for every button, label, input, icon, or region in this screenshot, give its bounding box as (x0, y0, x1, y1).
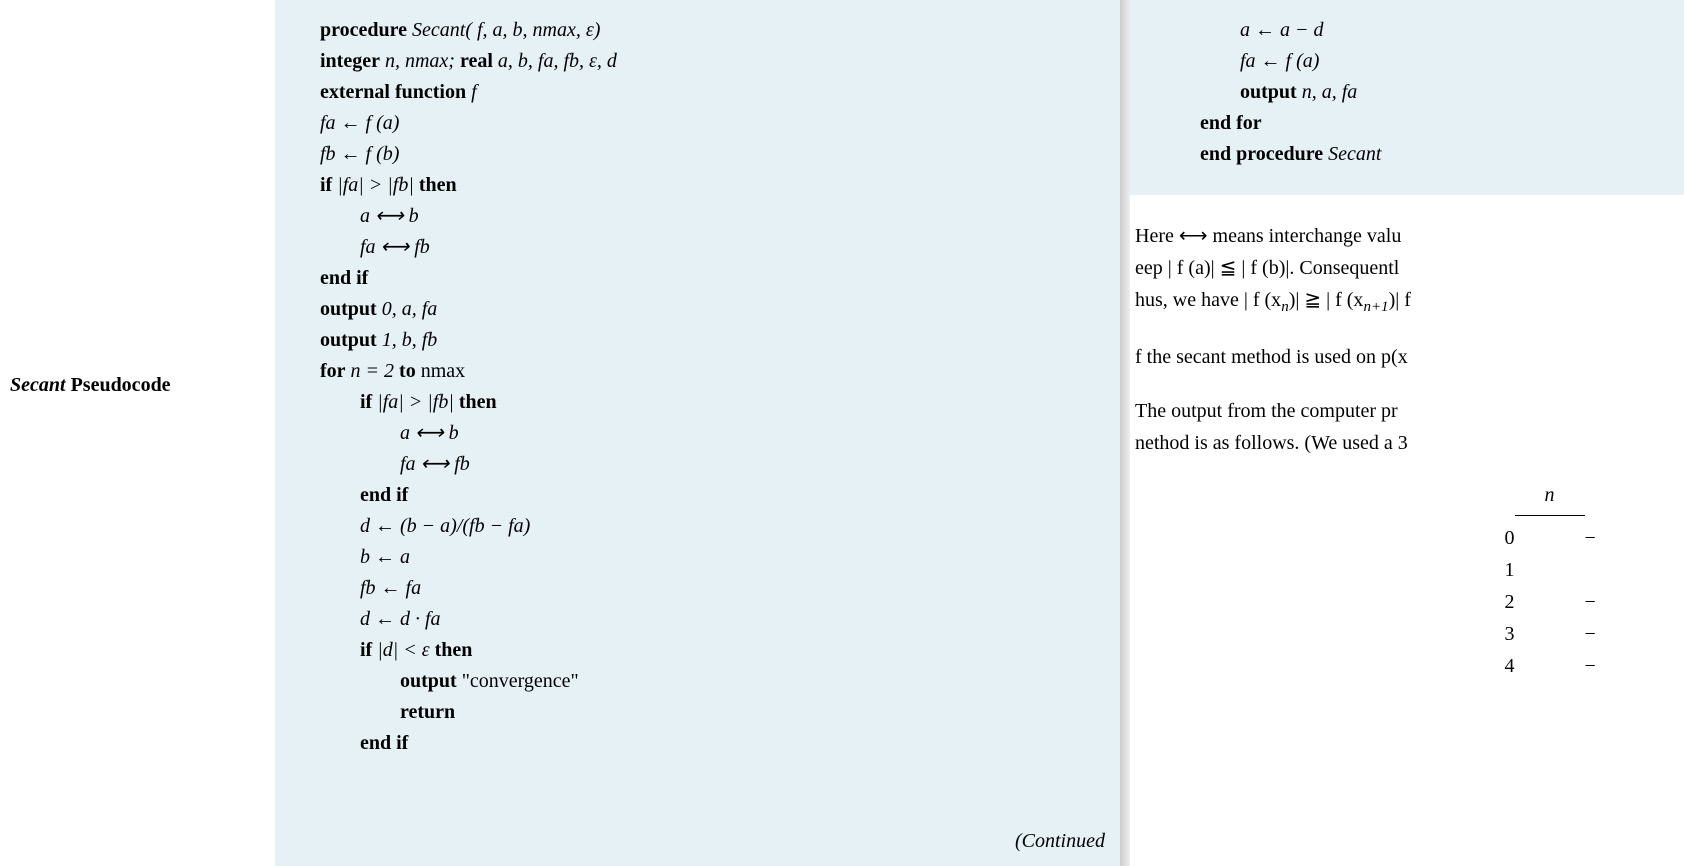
label-italic: Secant (10, 374, 66, 396)
code-line: a ⟷ b (320, 201, 1080, 232)
text-line: hus, we have | f (xn)| ≧ | f (xn+1)| f (1135, 284, 1684, 319)
text-line: The output from the computer pr (1135, 395, 1684, 427)
code-line: fa ← f (a) (320, 108, 1080, 139)
table-cell-n: 1 (1495, 554, 1525, 586)
code-line: if |fa| > |fb| then (320, 387, 1080, 418)
table-cell-v: − (1585, 650, 1605, 682)
code-line: fa ⟷ fb (320, 449, 1080, 480)
page-gutter (1120, 0, 1130, 866)
code-line: end for (1160, 108, 1684, 139)
text-line: Here ⟷ means interchange valu (1135, 220, 1684, 252)
table-cell-n: 3 (1495, 618, 1525, 650)
table-header: n (1415, 479, 1684, 515)
code-line: output 0, a, fa (320, 294, 1080, 325)
table-cell-n: 2 (1495, 586, 1525, 618)
text-line: nethod is as follows. (We used a 3 (1135, 427, 1684, 459)
table-cell-n: 0 (1495, 522, 1525, 554)
right-code-block: a ← a − d fa ← f (a) output n, a, fa end… (1130, 0, 1684, 195)
code-line: end if (320, 480, 1080, 511)
label-rest: Pseudocode (66, 374, 171, 396)
section-label: Secant Pseudocode (10, 370, 260, 400)
code-line: return (320, 697, 1080, 728)
code-line: external function f (320, 77, 1080, 108)
table-cell-v: − (1585, 618, 1605, 650)
code-line: output "convergence" (320, 666, 1080, 697)
right-body-text: Here ⟷ means interchange valu eep | f (a… (1130, 195, 1684, 682)
pseudocode-block: procedure Secant( f, a, b, nmax, ε) inte… (275, 0, 1120, 866)
table-rule (1515, 515, 1585, 516)
code-line: procedure Secant( f, a, b, nmax, ε) (320, 15, 1080, 46)
left-margin-area: Secant Pseudocode (0, 0, 275, 866)
code-line: integer n, nmax; real a, b, fa, fb, ε, d (320, 46, 1080, 77)
code-line: a ⟷ b (320, 418, 1080, 449)
code-line: fa ⟷ fb (320, 232, 1080, 263)
table-cell-v: − (1585, 522, 1605, 554)
table-row: 2− (1415, 586, 1684, 618)
code-line: b ← a (320, 542, 1080, 573)
right-column: a ← a − d fa ← f (a) output n, a, fa end… (1130, 0, 1684, 866)
code-line: end if (320, 728, 1080, 759)
results-table: n 0−12−3−4− (1135, 479, 1684, 682)
text-line: f the secant method is used on p(x (1135, 341, 1684, 373)
table-row: 1 (1415, 554, 1684, 586)
code-line: for n = 2 to nmax (320, 356, 1080, 387)
code-line: fa ← f (a) (1160, 46, 1684, 77)
table-cell-n: 4 (1495, 650, 1525, 682)
code-line: end if (320, 263, 1080, 294)
code-line: d ← (b − a)/(fb − fa) (320, 511, 1080, 542)
code-line: fb ← fa (320, 573, 1080, 604)
table-row: 4− (1415, 650, 1684, 682)
table-cell-v (1585, 554, 1605, 586)
code-line: fb ← f (b) (320, 139, 1080, 170)
table-cell-v: − (1585, 586, 1605, 618)
text-line: eep | f (a)| ≦ | f (b)|. Consequentl (1135, 252, 1684, 284)
table-row: 0− (1415, 522, 1684, 554)
code-line: d ← d · fa (320, 604, 1080, 635)
code-line: if |d| < ε then (320, 635, 1080, 666)
code-line: output n, a, fa (1160, 77, 1684, 108)
code-block: procedure Secant( f, a, b, nmax, ε) inte… (320, 15, 1080, 759)
code-line: output 1, b, fb (320, 325, 1080, 356)
code-line: if |fa| > |fb| then (320, 170, 1080, 201)
continued-marker: (Continued (1015, 826, 1105, 856)
code-line: a ← a − d (1160, 15, 1684, 46)
table-row: 3− (1415, 618, 1684, 650)
code-line: end procedure Secant (1160, 139, 1684, 170)
